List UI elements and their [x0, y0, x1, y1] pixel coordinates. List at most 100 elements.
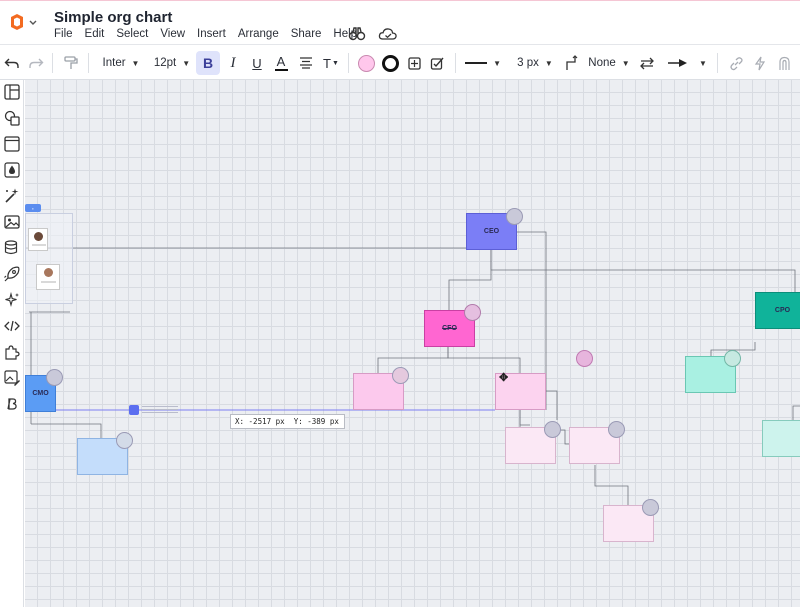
- beta-feature-icon[interactable]: [3, 395, 21, 413]
- menu-select[interactable]: Select: [114, 28, 154, 40]
- coordinate-readout: X: -2517 px Y: -389 px: [230, 414, 345, 429]
- code-icon[interactable]: [3, 317, 21, 335]
- menu-view[interactable]: View: [158, 28, 191, 40]
- embedded-panel[interactable]: [25, 213, 73, 304]
- magic-wand-icon[interactable]: [3, 187, 21, 205]
- line-color-swatch: [381, 54, 399, 72]
- solid-line-icon: [465, 62, 488, 64]
- node-cpo[interactable]: CPO: [755, 292, 800, 329]
- left-sidebar: [0, 80, 24, 607]
- user-badge-icon[interactable]: [506, 208, 523, 225]
- redo-icon[interactable]: [26, 45, 46, 81]
- format-painter-icon[interactable]: [60, 45, 82, 81]
- image-icon[interactable]: [3, 213, 21, 231]
- lightning-icon[interactable]: [750, 45, 770, 81]
- link-icon[interactable]: [726, 45, 746, 81]
- node-blank-light-teal[interactable]: [762, 420, 800, 457]
- shape-options-icon[interactable]: [403, 45, 425, 81]
- toolbar-divider: [717, 53, 718, 73]
- menu-edit[interactable]: Edit: [83, 28, 111, 40]
- mini-chart-tag[interactable]: ▪: [25, 204, 41, 212]
- user-badge-icon[interactable]: [724, 350, 741, 367]
- user-badge-icon[interactable]: [392, 367, 409, 384]
- data-icon[interactable]: [3, 239, 21, 257]
- user-badge-icon[interactable]: [46, 369, 63, 386]
- app-window: Simple org chart File Edit Select View I…: [0, 0, 800, 607]
- chevron-down-icon: ▼: [131, 58, 140, 68]
- font-size-select[interactable]: 12pt ▼: [152, 45, 192, 81]
- line-start-value: None: [588, 57, 616, 69]
- chevron-down-icon: ▼: [621, 58, 630, 68]
- fill-color-button[interactable]: [355, 45, 377, 81]
- line-start-select[interactable]: None ▼: [585, 45, 633, 81]
- image-edit-icon[interactable]: [3, 369, 21, 387]
- font-color-swatch: [274, 69, 288, 71]
- arrow-end-icon: [668, 59, 688, 67]
- menu-file[interactable]: File: [52, 28, 79, 40]
- node-label: CFO: [442, 325, 457, 332]
- lucid-logo-icon[interactable]: [8, 13, 38, 35]
- node-label: CMO: [32, 390, 49, 397]
- formatting-toolbar: Inter ▼ 12pt ▼ B I U A T ▼ ▼ 3 px ▼ None…: [0, 44, 800, 80]
- font-size-value: 12pt: [153, 57, 177, 69]
- title-bar: Simple org chart File Edit Select View I…: [0, 0, 800, 44]
- sparkle-icon[interactable]: [3, 291, 21, 309]
- avatar: [34, 232, 43, 241]
- shapes-icon[interactable]: [3, 109, 21, 127]
- italic-button[interactable]: I: [222, 45, 244, 81]
- selected-item-handle[interactable]: [129, 405, 139, 415]
- menu-bar: File Edit Select View Insert Arrange Sha…: [52, 28, 367, 40]
- chevron-down-icon: ▼: [493, 58, 501, 68]
- toolbar-divider: [348, 53, 349, 73]
- node-label: CPO: [774, 307, 791, 314]
- line-shape-icon[interactable]: [561, 45, 581, 81]
- style-editor-icon[interactable]: [427, 45, 449, 81]
- avatar: [44, 268, 53, 277]
- menu-arrange[interactable]: Arrange: [236, 28, 285, 40]
- binoculars-icon[interactable]: [348, 25, 366, 43]
- font-color-button[interactable]: A: [270, 45, 292, 81]
- pages-panel-icon[interactable]: [3, 83, 21, 101]
- font-family-value: Inter: [102, 57, 126, 69]
- placeholder-line: [32, 244, 46, 246]
- text-align-icon[interactable]: [295, 45, 317, 81]
- font-color-label: A: [276, 54, 286, 69]
- bold-button[interactable]: B: [196, 51, 220, 75]
- diagram-canvas[interactable]: ▪ CEO CFO CPO CMO ✥ X: -2517 px Y: -389 …: [25, 80, 800, 607]
- user-badge-icon[interactable]: [116, 432, 133, 449]
- line-end-select[interactable]: ▼: [664, 45, 710, 81]
- menu-insert[interactable]: Insert: [195, 28, 232, 40]
- fill-drop-icon[interactable]: [3, 161, 21, 179]
- chevron-down-icon: ▼: [332, 59, 339, 67]
- frame-icon[interactable]: [3, 135, 21, 153]
- connector-lines: [25, 231, 800, 505]
- menu-share[interactable]: Share: [289, 28, 328, 40]
- toolbar-divider: [52, 53, 53, 73]
- user-badge-icon[interactable]: [576, 350, 593, 367]
- user-badge-icon[interactable]: [642, 499, 659, 516]
- user-badge-icon[interactable]: [544, 421, 561, 438]
- toolbar-divider: [88, 53, 89, 73]
- rocket-icon[interactable]: [3, 265, 21, 283]
- cloud-sync-icon[interactable]: [378, 25, 397, 43]
- magnet-icon[interactable]: [774, 45, 794, 81]
- document-title[interactable]: Simple org chart: [54, 9, 172, 26]
- underline-button[interactable]: U: [246, 45, 268, 81]
- node-label: CEO: [483, 228, 500, 235]
- plugin-puzzle-icon[interactable]: [3, 343, 21, 361]
- node-blank-pink-selected[interactable]: ✥: [495, 372, 546, 410]
- swap-arrows-icon[interactable]: [636, 45, 658, 81]
- line-width-value: 3 px: [517, 57, 539, 69]
- user-badge-icon[interactable]: [608, 421, 625, 438]
- text-options-button[interactable]: T ▼: [319, 45, 343, 81]
- line-color-button[interactable]: [379, 45, 401, 81]
- profile-card[interactable]: [28, 228, 48, 251]
- line-width-select[interactable]: 3 px ▼: [515, 45, 555, 81]
- font-family-select[interactable]: Inter ▼: [97, 45, 145, 81]
- line-style-select[interactable]: ▼: [465, 45, 501, 81]
- profile-card[interactable]: [36, 264, 60, 290]
- toolbar-divider: [455, 53, 456, 73]
- undo-icon[interactable]: [2, 45, 22, 81]
- user-badge-icon[interactable]: [464, 304, 481, 321]
- chevron-down-icon: ▼: [544, 58, 553, 68]
